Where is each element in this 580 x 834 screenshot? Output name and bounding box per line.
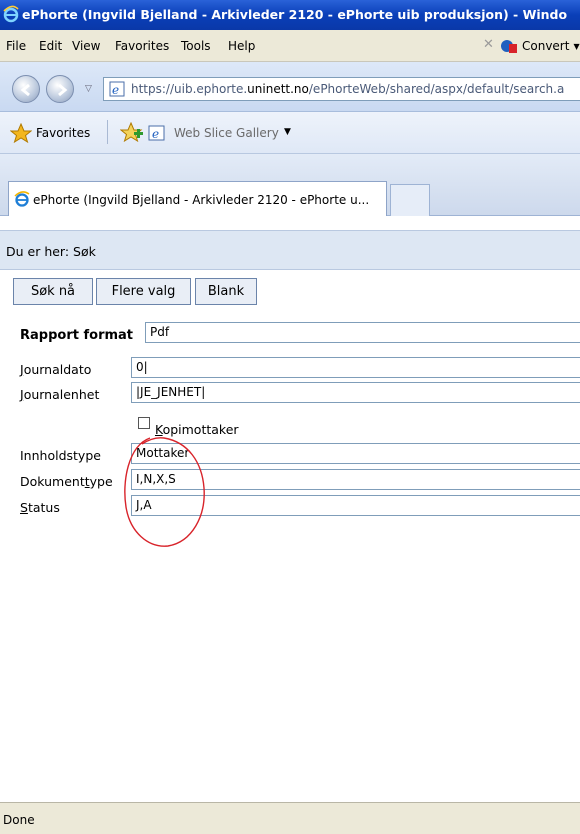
status-label-text: tatus bbox=[27, 500, 60, 515]
report-format-label: Rapport format bbox=[20, 328, 134, 343]
svg-text:e: e bbox=[152, 127, 159, 141]
favorites-bar: Favorites e Web Slice Gallery ▼ bbox=[0, 112, 580, 154]
copy-recipient-accesskey: K bbox=[155, 422, 163, 437]
report-format-field[interactable]: Pdf bbox=[145, 322, 580, 343]
internet-explorer-icon bbox=[3, 5, 19, 23]
page-content: Du er her: Søk Søk nå Flere valg Blank R… bbox=[0, 216, 580, 802]
status-bar: Done bbox=[0, 802, 580, 834]
svg-text:e: e bbox=[112, 83, 119, 97]
breadcrumb: Du er her: Søk bbox=[0, 230, 580, 270]
breadcrumb-text: Du er her: Søk bbox=[6, 244, 96, 259]
content-type-label: Innholdstype bbox=[20, 448, 101, 463]
menu-bar: File Edit View Favorites Tools Help ✕ Co… bbox=[0, 30, 580, 62]
history-dropdown-icon[interactable]: ▽ bbox=[85, 84, 92, 94]
copy-recipient-checkbox[interactable] bbox=[138, 417, 150, 429]
status-text: Done bbox=[3, 813, 35, 827]
web-slice-icon: e bbox=[148, 125, 165, 141]
back-arrow-icon bbox=[20, 83, 30, 97]
status-accesskey: S bbox=[20, 500, 28, 515]
blank-button[interactable]: Blank bbox=[195, 278, 257, 305]
copy-recipient-label-text: opimottaker bbox=[162, 422, 239, 437]
journal-unit-label: Journalenhet bbox=[20, 387, 99, 402]
document-type-field[interactable]: I,N,X,S bbox=[131, 469, 580, 490]
internet-explorer-icon bbox=[14, 191, 30, 207]
window-title: ePhorte (Ingvild Bjelland - Arkivleder 2… bbox=[22, 7, 568, 22]
convert-button[interactable]: Convert ▼ bbox=[500, 36, 580, 56]
journal-date-label: Journaldato bbox=[20, 362, 91, 377]
journal-date-field[interactable]: 0| bbox=[131, 357, 580, 378]
url-prefix: https://uib.ephorte. bbox=[131, 82, 248, 96]
address-url: https://uib.ephorte.uninett.no/ePhorteWe… bbox=[131, 82, 564, 96]
more-options-button[interactable]: Flere valg bbox=[96, 278, 191, 305]
journal-unit-field[interactable]: |JE_JENHET| bbox=[131, 382, 580, 403]
address-bar[interactable]: e https://uib.ephorte.uninett.no/ePhorte… bbox=[103, 77, 580, 101]
forward-button[interactable] bbox=[46, 75, 74, 103]
web-slice-dropdown-icon[interactable]: ▼ bbox=[284, 127, 291, 137]
menu-favorites[interactable]: Favorites bbox=[115, 39, 169, 53]
search-now-button[interactable]: Søk nå bbox=[13, 278, 93, 305]
menu-file[interactable]: File bbox=[6, 39, 26, 53]
toolbar-divider bbox=[107, 120, 108, 144]
journal-unit-label-text: ournalenhet bbox=[23, 387, 100, 402]
document-type-label-pre: Dokument bbox=[20, 474, 85, 489]
forward-arrow-icon bbox=[58, 83, 68, 97]
window-title-bar[interactable]: ePhorte (Ingvild Bjelland - Arkivleder 2… bbox=[0, 0, 580, 30]
tab-bar: ePhorte (Ingvild Bjelland - Arkivleder 2… bbox=[0, 154, 580, 217]
convert-dropdown-icon: ▼ bbox=[573, 41, 580, 51]
menu-tools[interactable]: Tools bbox=[181, 39, 211, 53]
url-domain: uninett.no bbox=[247, 82, 309, 96]
favorites-star-icon bbox=[10, 123, 32, 143]
journal-date-label-text: ournaldato bbox=[23, 362, 92, 377]
close-icon[interactable]: ✕ bbox=[483, 37, 494, 52]
new-tab-button[interactable] bbox=[390, 184, 430, 216]
menu-help[interactable]: Help bbox=[228, 39, 255, 53]
page-icon: e bbox=[109, 81, 125, 97]
menu-view[interactable]: View bbox=[72, 39, 100, 53]
web-slice-gallery-link[interactable]: Web Slice Gallery bbox=[174, 126, 279, 140]
tab-ephorte[interactable]: ePhorte (Ingvild Bjelland - Arkivleder 2… bbox=[8, 181, 387, 217]
menu-edit[interactable]: Edit bbox=[39, 39, 62, 53]
tab-label: ePhorte (Ingvild Bjelland - Arkivleder 2… bbox=[33, 193, 370, 207]
favorites-button[interactable]: Favorites bbox=[36, 126, 90, 140]
back-button[interactable] bbox=[12, 75, 40, 103]
status-label: Status bbox=[20, 500, 60, 515]
document-type-label: Dokumenttype bbox=[20, 474, 113, 489]
content-type-field[interactable]: Mottaker bbox=[131, 443, 580, 464]
navigation-bar: ▽ e https://uib.ephorte.uninett.no/ePhor… bbox=[0, 62, 580, 112]
pdf-convert-icon bbox=[501, 40, 517, 53]
document-type-label-post: ype bbox=[89, 474, 113, 489]
url-suffix: /ePhorteWeb/shared/aspx/default/search.a bbox=[308, 82, 565, 96]
copy-recipient-label[interactable]: Kopimottaker bbox=[155, 422, 239, 437]
add-to-favorites-icon[interactable] bbox=[120, 122, 144, 142]
status-field[interactable]: J,A bbox=[131, 495, 580, 516]
convert-label: Convert bbox=[522, 39, 570, 53]
